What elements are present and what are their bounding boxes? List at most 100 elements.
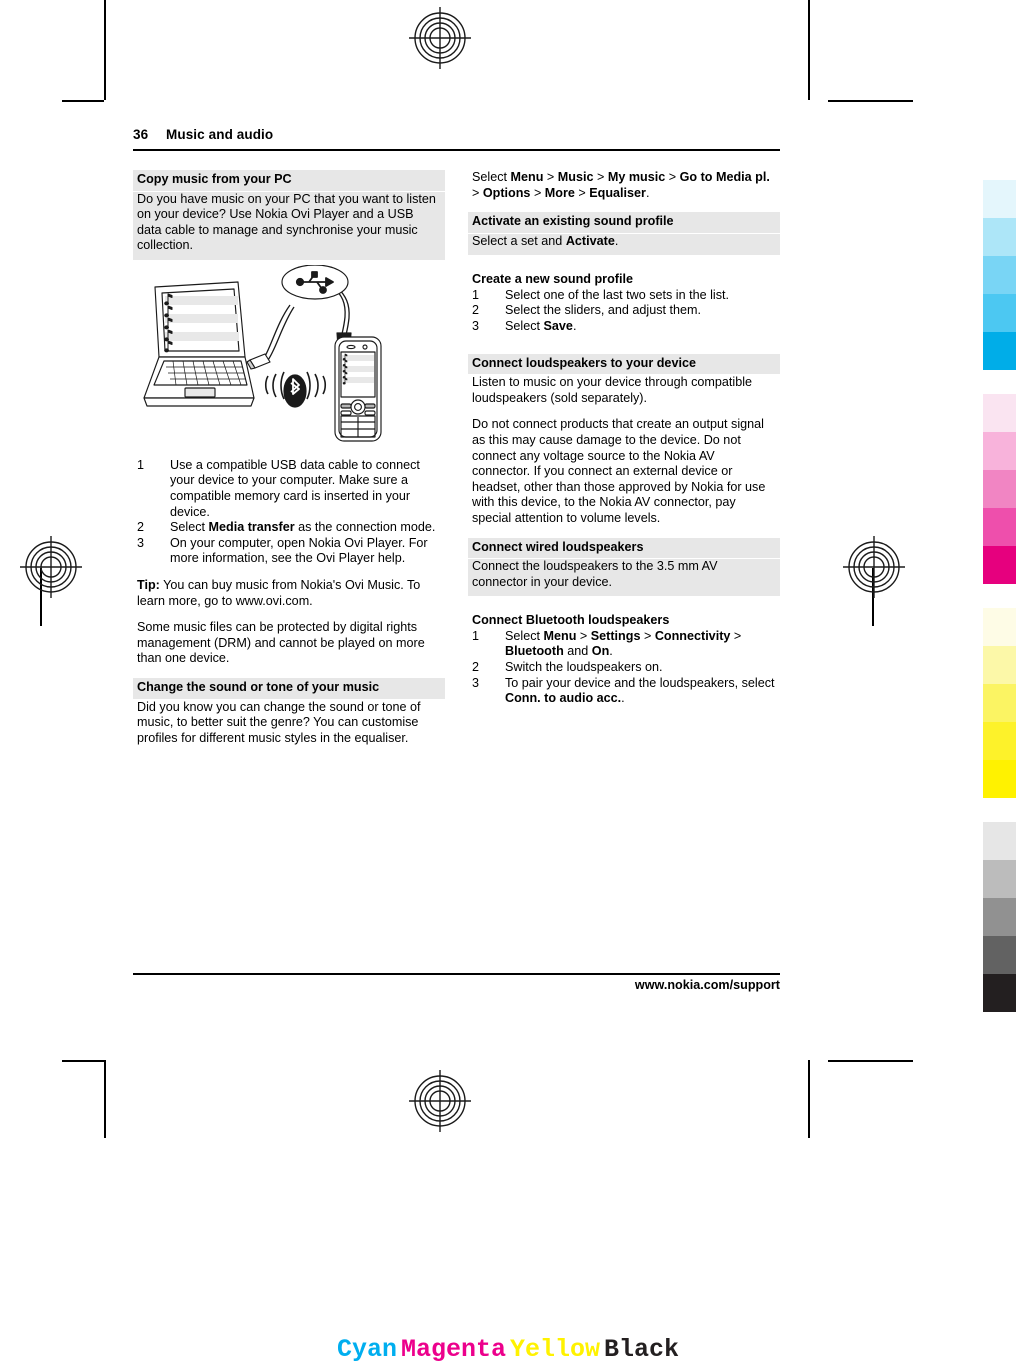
- step-text: Use a compatible USB data cable to conne…: [170, 457, 420, 519]
- crop-mark-top-left-vertical: [104, 0, 106, 100]
- menu-item-menu: Menu: [543, 628, 577, 643]
- ui-term-activate: Activate: [565, 233, 615, 248]
- registration-mark-bottom-center: [409, 1070, 471, 1132]
- print-sheet: 36 Music and audio Copy music from your P…: [0, 0, 1016, 1372]
- bluetooth-icon: [283, 374, 307, 408]
- menu-separator: >: [668, 170, 677, 184]
- usb-connector-laptop: [246, 353, 271, 370]
- menu-item-more: More: [544, 185, 575, 200]
- menu-item-go-to-media-pl: Go to Media pl.: [679, 170, 770, 184]
- footer-rule: [133, 973, 780, 975]
- menu-item-settings: Settings: [590, 628, 641, 643]
- steps-copy-music: 1 Use a compatible USB data cable to con…: [133, 458, 445, 567]
- ui-term-save: Save: [543, 319, 573, 334]
- list-item: 2 Switch the loudspeakers on.: [472, 660, 776, 676]
- color-swatch: [983, 508, 1016, 546]
- menu-path-equaliser: Select Menu > Music > My music > Go to M…: [468, 170, 780, 201]
- body-activate-existing-profile: Select a set and Activate.: [468, 233, 780, 256]
- running-head-title: Music and audio: [166, 127, 274, 142]
- menu-item-menu: Menu: [510, 170, 544, 184]
- color-swatch: [983, 394, 1016, 432]
- color-swatch: [983, 646, 1016, 684]
- tip-paragraph: Tip: You can buy music from Nokia's Ovi …: [133, 578, 445, 609]
- color-swatch: [983, 432, 1016, 470]
- heading-connect-wired-loudspeakers: Connect wired loudspeakers: [468, 537, 780, 558]
- heading-create-new-profile: Create a new sound profile: [472, 272, 633, 287]
- list-item: 3 To pair your device and the loudspeake…: [472, 676, 776, 707]
- laptop-base: [143, 356, 255, 407]
- color-swatch: [983, 936, 1016, 974]
- drm-note-paragraph: Some music files can be protected by dig…: [137, 620, 425, 666]
- swatch-group-gray-ramp: [983, 822, 1016, 1012]
- left-column: Copy music from your PC Do you have musi…: [133, 170, 445, 747]
- crop-mark-top-right-vertical: [808, 0, 810, 100]
- color-swatch: [983, 332, 1016, 370]
- body-connect-loudspeakers: Listen to music on your device through c…: [468, 375, 780, 407]
- menu-item-bluetooth: Bluetooth: [505, 644, 564, 659]
- color-swatch: [983, 760, 1016, 798]
- registration-mark-right-middle: [843, 536, 905, 598]
- color-word-black: Black: [604, 1335, 680, 1364]
- crop-mark-bottom-right-vertical: [808, 1060, 810, 1138]
- step-number: 1: [137, 457, 145, 472]
- laptop-screen: [154, 281, 246, 358]
- list-item: 1 Select one of the last two sets in the…: [472, 288, 776, 304]
- heading-copy-music-from-pc: Copy music from your PC: [133, 170, 445, 191]
- menu-separator: >: [733, 628, 742, 643]
- swatch-group-cyan-ramp: [983, 180, 1016, 370]
- menu-path-terminator: .: [645, 185, 650, 200]
- steps-create-profile: 1 Select one of the last two sets in the…: [468, 288, 780, 335]
- step-text: Select one of the last two sets in the l…: [505, 287, 730, 302]
- color-swatch: [983, 860, 1016, 898]
- color-word-yellow: Yellow: [510, 1335, 601, 1364]
- color-swatch: [983, 546, 1016, 584]
- right-column: Select Menu > Music > My music > Go to M…: [468, 170, 780, 718]
- step-text: Select Menu > Settings > Connectivity > …: [505, 628, 742, 659]
- page-body: 36 Music and audio Copy music from your P…: [104, 100, 809, 1000]
- ui-term-on: On: [591, 644, 610, 659]
- heading-connect-bluetooth-loudspeakers: Connect Bluetooth loudspeakers: [472, 613, 670, 628]
- running-header: 36 Music and audio: [133, 127, 780, 142]
- step-number: 2: [137, 520, 145, 535]
- step-number: 1: [472, 628, 480, 643]
- crop-mark-left-top-horizontal: [62, 100, 104, 102]
- list-item: 1 Select Menu > Settings > Connectivity …: [472, 629, 776, 660]
- list-item: 2 Select Media transfer as the connectio…: [137, 520, 441, 536]
- crop-mark-left-bottom-horizontal: [62, 1060, 104, 1062]
- swatch-group-magenta-ramp: [983, 394, 1016, 584]
- color-swatch: [983, 294, 1016, 332]
- body-change-sound-or-tone: Did you know you can change the sound or…: [133, 699, 445, 747]
- color-swatch: [983, 898, 1016, 936]
- heading-connect-loudspeakers: Connect loudspeakers to your device: [468, 353, 780, 375]
- menu-separator: >: [579, 628, 588, 643]
- color-swatch: [983, 722, 1016, 760]
- color-swatch: [983, 470, 1016, 508]
- menu-separator: >: [533, 185, 542, 200]
- heading-change-sound-or-tone: Change the sound or tone of your music: [133, 678, 445, 699]
- ui-term-conn-to-audio-acc: Conn. to audio acc.: [505, 691, 622, 706]
- step-text: On your computer, open Nokia Ovi Player.…: [170, 535, 428, 566]
- crop-mark-right-top-horizontal: [828, 100, 913, 102]
- menu-separator: >: [578, 185, 586, 200]
- list-item: 3 On your computer, open Nokia Ovi Playe…: [137, 536, 441, 567]
- usb-icon: [281, 264, 349, 300]
- list-item: 1 Use a compatible USB data cable to con…: [137, 458, 441, 520]
- page-number: 36: [133, 127, 149, 142]
- warning-paragraph: Do not connect products that create an o…: [472, 417, 766, 525]
- steps-connect-bluetooth: 1 Select Menu > Settings > Connectivity …: [468, 629, 780, 707]
- step-text: Switch the loudspeakers on.: [505, 659, 663, 674]
- menu-item-music: Music: [557, 170, 594, 184]
- figure-laptop-usb-phone-bluetooth: [133, 264, 445, 445]
- step-text: Select Media transfer as the connection …: [170, 520, 436, 535]
- ui-term-media-transfer: Media transfer: [208, 520, 295, 535]
- color-swatch: [983, 822, 1016, 860]
- body-copy-music-from-pc: Do you have music on your PC that you wa…: [133, 191, 445, 260]
- menu-separator: >: [643, 628, 652, 643]
- color-swatch: [983, 218, 1016, 256]
- menu-item-connectivity: Connectivity: [654, 628, 731, 643]
- list-item: 3 Select Save.: [472, 319, 776, 335]
- step-number: 3: [137, 535, 145, 550]
